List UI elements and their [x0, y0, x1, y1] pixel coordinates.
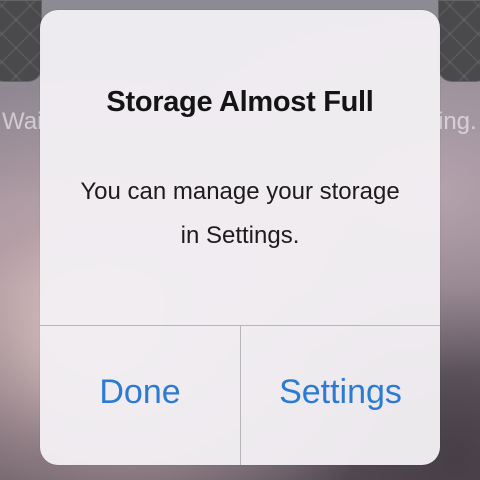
home-app-label-right: ing... [438, 108, 476, 135]
home-app-icon-right[interactable] [438, 0, 480, 82]
settings-button[interactable]: Settings [241, 326, 440, 465]
home-app-icon-left[interactable] [0, 0, 42, 82]
alert-title: Storage Almost Full [106, 86, 374, 118]
storage-alert-dialog: Storage Almost Full You can manage your … [40, 10, 440, 465]
app-icon-pattern [439, 1, 480, 81]
alert-body: Storage Almost Full You can manage your … [40, 10, 440, 325]
home-app-label-left: Wait [2, 108, 40, 135]
done-button[interactable]: Done [40, 326, 240, 465]
alert-message: You can manage your storage in Settings. [80, 178, 400, 249]
app-icon-pattern [0, 1, 41, 81]
